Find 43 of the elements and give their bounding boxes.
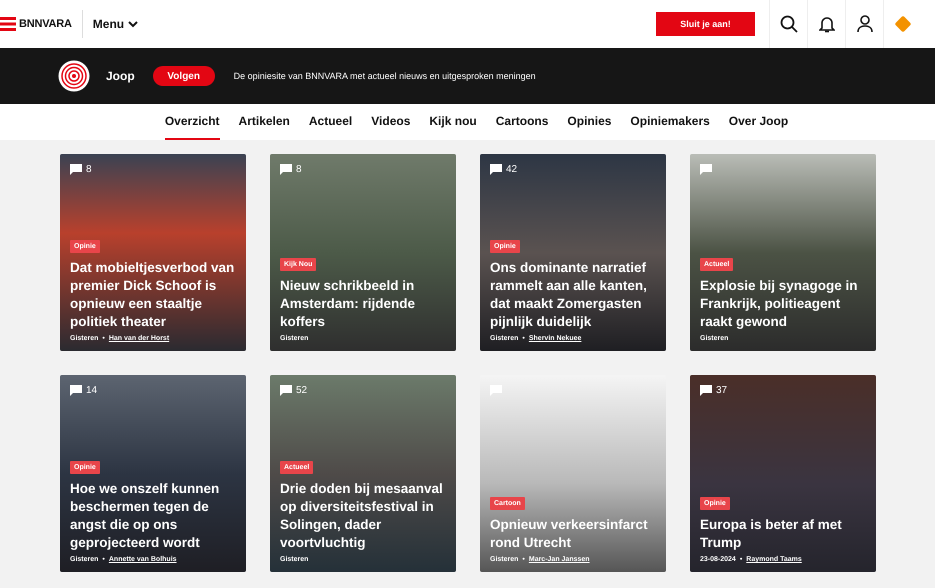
channel-name: Joop — [106, 69, 135, 83]
article-title[interactable]: Ons dominante narratief rammelt aan alle kanten, dat maakt Zomergasten pijnlijk duidelijk — [490, 259, 658, 331]
join-button[interactable]: Sluit je aan! — [656, 12, 755, 36]
comment-count: 14 — [86, 385, 98, 396]
brand-logo-text[interactable]: BNNVARA — [19, 18, 72, 30]
comment-count: 37 — [716, 385, 728, 396]
comment-count: 42 — [506, 164, 518, 175]
comment-icon — [700, 385, 712, 396]
article-title[interactable]: Europa is beter af met Trump — [700, 516, 868, 552]
nav-tab[interactable]: Actueel — [308, 104, 352, 140]
article-title[interactable]: Hoe we onszelf kunnen beschermen tegen de angst die op ons geprojecteerd wordt — [70, 480, 238, 552]
comment-icon — [700, 164, 712, 175]
comment-count: 52 — [296, 385, 308, 396]
comment-icon — [490, 164, 502, 175]
article-title[interactable]: Nieuw schrikbeeld in Amsterdam: rijdende koffers — [280, 277, 448, 331]
chevron-down-icon — [128, 20, 138, 28]
nav-tab[interactable]: Overzicht — [164, 104, 220, 140]
comment-count: 8 — [296, 164, 302, 175]
channel-tagline: De opiniesite van BNNVARA met actueel nieuws en uitgesproken meningen — [234, 71, 536, 81]
bell-icon — [818, 15, 834, 33]
article-title[interactable]: Opnieuw verkeersinfarct rond Utrecht — [490, 516, 658, 552]
nav-tab[interactable]: Videos — [371, 104, 410, 140]
comment-icon — [280, 385, 292, 396]
comment-icon — [280, 164, 292, 175]
nav-tab[interactable]: Over Joop — [728, 104, 788, 140]
nav-tab[interactable]: Opinies — [567, 104, 612, 140]
comment-icon — [70, 385, 82, 396]
nav-tab[interactable]: Kijk nou — [429, 104, 477, 140]
article-title[interactable]: Explosie bij synagoge in Frankrijk, politieagent raakt gewond — [700, 277, 868, 331]
article-title[interactable]: Dat mobieltjesverbod van premier Dick Schoof is opnieuw een staaltje politiek theater — [70, 259, 238, 331]
comment-count: 8 — [86, 164, 92, 175]
nav-tab[interactable]: Opiniemakers — [630, 104, 710, 140]
follow-button[interactable]: Volgen — [152, 66, 215, 86]
channel-logo-icon — [58, 60, 90, 92]
article-title[interactable]: Drie doden bij mesaanval op diversiteitsfestival in Solingen, dader voortvluchtig — [280, 480, 448, 552]
search-icon — [780, 15, 798, 33]
user-icon — [856, 15, 872, 33]
nav-tab[interactable]: Cartoons — [496, 104, 548, 140]
logo-icon — [0, 17, 16, 31]
menu-button[interactable]: Menu — [92, 17, 138, 31]
nav-tab[interactable]: Artikelen — [238, 104, 290, 140]
comment-icon — [70, 164, 82, 175]
comment-icon — [490, 385, 502, 396]
